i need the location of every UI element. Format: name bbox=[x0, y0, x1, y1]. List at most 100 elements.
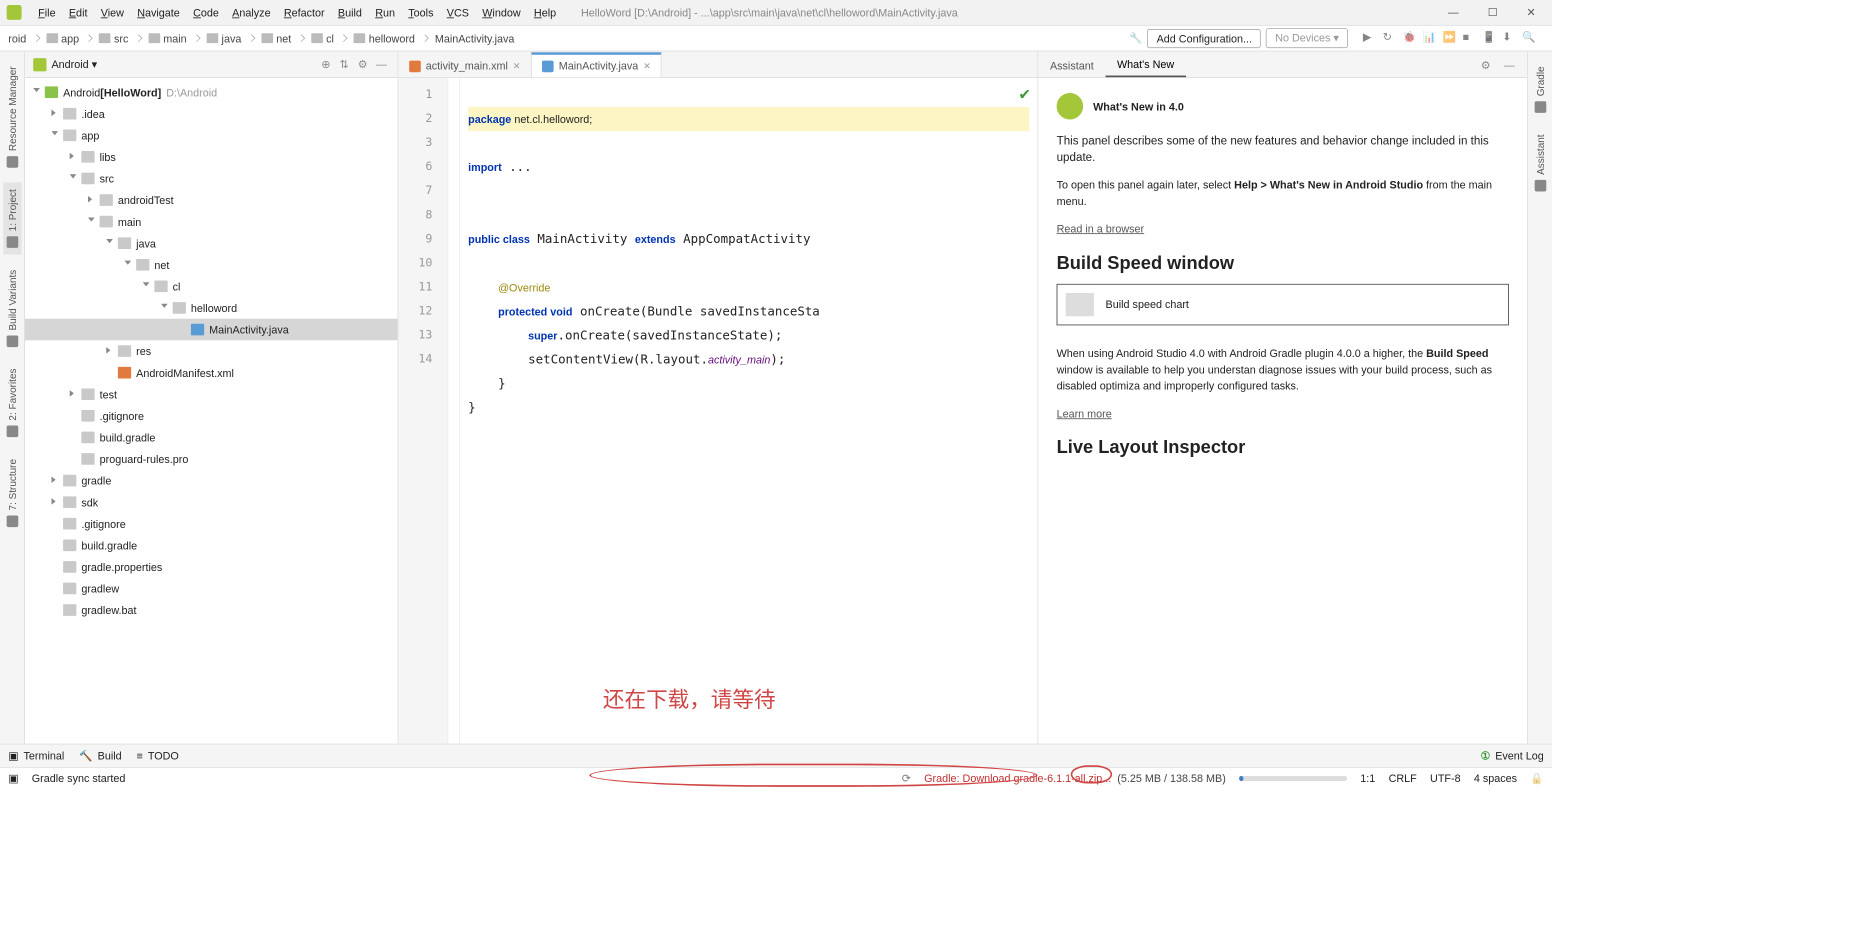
tree-node[interactable]: net bbox=[25, 254, 398, 276]
menu-window[interactable]: Window bbox=[476, 5, 528, 21]
search-icon[interactable]: 🔍 bbox=[1522, 31, 1537, 46]
project-view-selector[interactable]: Android ▾ bbox=[51, 58, 97, 71]
avd-icon[interactable]: 📱 bbox=[1482, 31, 1497, 46]
left-tab[interactable]: 2: Favorites bbox=[3, 362, 21, 444]
editor-tab[interactable]: activity_main.xml ✕ bbox=[398, 54, 531, 77]
tree-node[interactable]: app bbox=[25, 125, 398, 147]
tree-node[interactable]: androidTest bbox=[25, 189, 398, 211]
breadcrumb-item[interactable]: app bbox=[43, 32, 83, 44]
sdk-icon[interactable]: ⬇ bbox=[1502, 31, 1517, 46]
indent-setting[interactable]: 4 spaces bbox=[1474, 772, 1517, 784]
menu-file[interactable]: File bbox=[32, 5, 63, 21]
tree-node[interactable]: gradlew.bat bbox=[25, 599, 398, 621]
minimize-icon[interactable]: — bbox=[1448, 6, 1459, 19]
app-logo-icon bbox=[7, 5, 22, 20]
line-separator[interactable]: CRLF bbox=[1389, 772, 1417, 784]
whats-new-panel: Assistant What's New ⚙ — What's New in 4… bbox=[1038, 51, 1528, 743]
editor-tab[interactable]: MainActivity.java ✕ bbox=[531, 52, 661, 77]
inspection-ok-icon: ✔ bbox=[1018, 83, 1031, 107]
breadcrumb-item[interactable]: helloword bbox=[350, 32, 418, 44]
tree-node[interactable]: libs bbox=[25, 146, 398, 168]
breadcrumb-item[interactable]: src bbox=[96, 32, 132, 44]
tree-node[interactable]: proguard-rules.pro bbox=[25, 448, 398, 470]
tree-node[interactable]: .gitignore bbox=[25, 405, 398, 427]
live-layout-heading: Live Layout Inspector bbox=[1057, 437, 1509, 459]
breadcrumb-item[interactable]: cl bbox=[308, 32, 337, 44]
menu-build[interactable]: Build bbox=[331, 5, 368, 21]
tree-node[interactable]: gradlew bbox=[25, 578, 398, 600]
right-tab[interactable]: Gradle bbox=[1531, 60, 1549, 120]
attach-icon[interactable]: ⏩ bbox=[1443, 31, 1458, 46]
maximize-icon[interactable]: ☐ bbox=[1488, 6, 1498, 19]
hide-icon[interactable]: — bbox=[1504, 59, 1517, 72]
event-log-tab[interactable]: ① Event Log bbox=[1481, 749, 1544, 762]
caret-position[interactable]: 1:1 bbox=[1360, 772, 1375, 784]
tree-node[interactable]: Android [HelloWord]D:\Android bbox=[25, 81, 398, 103]
file-encoding[interactable]: UTF-8 bbox=[1430, 772, 1461, 784]
stop-icon[interactable]: ■ bbox=[1462, 31, 1477, 46]
editor-area: activity_main.xml ✕MainActivity.java ✕ 1… bbox=[398, 51, 1037, 743]
todo-tab[interactable]: ≡ TODO bbox=[137, 749, 179, 761]
apply-changes-icon[interactable]: ↻ bbox=[1383, 31, 1398, 46]
tree-node[interactable]: MainActivity.java bbox=[25, 319, 398, 341]
left-tab[interactable]: Build Variants bbox=[3, 263, 21, 354]
menu-view[interactable]: View bbox=[94, 5, 130, 21]
menu-code[interactable]: Code bbox=[186, 5, 225, 21]
gear-icon[interactable]: ⚙ bbox=[358, 58, 371, 71]
tree-node[interactable]: .idea bbox=[25, 103, 398, 125]
menu-tools[interactable]: Tools bbox=[402, 5, 440, 21]
debug-icon[interactable]: 🐞 bbox=[1403, 31, 1418, 46]
tree-node[interactable]: main bbox=[25, 211, 398, 233]
breadcrumb-item[interactable]: net bbox=[258, 32, 295, 44]
locate-icon[interactable]: ⊕ bbox=[321, 58, 334, 71]
tree-node[interactable]: AndroidManifest.xml bbox=[25, 362, 398, 384]
menu-help[interactable]: Help bbox=[527, 5, 562, 21]
tree-node[interactable]: helloword bbox=[25, 297, 398, 319]
tree-node[interactable]: java bbox=[25, 232, 398, 254]
project-tree[interactable]: Android [HelloWord]D:\Android.ideaapplib… bbox=[25, 78, 398, 744]
code-editor[interactable]: package net.cl.helloword; import ... pub… bbox=[460, 78, 1038, 744]
expand-icon[interactable]: ⇅ bbox=[339, 58, 352, 71]
breadcrumb-item[interactable]: MainActivity.java bbox=[432, 32, 518, 44]
left-tab[interactable]: 1: Project bbox=[3, 183, 21, 255]
terminal-tab[interactable]: ▣ Terminal bbox=[8, 749, 64, 762]
run-icon[interactable]: ▶ bbox=[1363, 31, 1378, 46]
tab-assistant[interactable]: Assistant bbox=[1038, 55, 1105, 77]
close-icon[interactable]: ✕ bbox=[1526, 6, 1535, 19]
hide-icon[interactable]: — bbox=[376, 58, 389, 71]
menu-analyze[interactable]: Analyze bbox=[226, 5, 278, 21]
menu-vcs[interactable]: VCS bbox=[440, 5, 475, 21]
close-tab-icon[interactable]: ✕ bbox=[643, 61, 651, 72]
tree-node[interactable]: build.gradle bbox=[25, 427, 398, 449]
learn-more-link[interactable]: Learn more bbox=[1057, 407, 1112, 419]
close-tab-icon[interactable]: ✕ bbox=[513, 61, 521, 72]
profiler-icon[interactable]: 📊 bbox=[1423, 31, 1438, 46]
breadcrumb-item[interactable]: java bbox=[203, 32, 244, 44]
menu-edit[interactable]: Edit bbox=[62, 5, 94, 21]
left-tab[interactable]: Resource Manager bbox=[3, 60, 21, 175]
tree-node[interactable]: test bbox=[25, 383, 398, 405]
read-in-browser-link[interactable]: Read in a browser bbox=[1057, 223, 1145, 235]
menu-navigate[interactable]: Navigate bbox=[131, 5, 187, 21]
device-combo[interactable]: No Devices ▾ bbox=[1266, 28, 1348, 48]
tab-whats-new[interactable]: What's New bbox=[1105, 53, 1185, 77]
breadcrumb-item[interactable]: main bbox=[145, 32, 190, 44]
menu-refactor[interactable]: Refactor bbox=[277, 5, 331, 21]
tree-node[interactable]: gradle bbox=[25, 470, 398, 492]
tree-node[interactable]: res bbox=[25, 340, 398, 362]
lock-icon[interactable]: 🔒 bbox=[1530, 771, 1543, 784]
tree-node[interactable]: src bbox=[25, 168, 398, 190]
tree-node[interactable]: cl bbox=[25, 276, 398, 298]
right-tab[interactable]: Assistant bbox=[1531, 128, 1549, 198]
menu-bar: FileEditViewNavigateCodeAnalyzeRefactorB… bbox=[0, 0, 1552, 25]
gear-icon[interactable]: ⚙ bbox=[1481, 59, 1494, 72]
menu-run[interactable]: Run bbox=[369, 5, 402, 21]
build-tab[interactable]: 🔨 Build bbox=[79, 749, 121, 762]
run-config-combo[interactable]: Add Configuration... bbox=[1147, 29, 1261, 48]
tree-node[interactable]: sdk bbox=[25, 491, 398, 513]
tree-node[interactable]: build.gradle bbox=[25, 535, 398, 557]
breadcrumb-item[interactable]: roid bbox=[5, 32, 30, 44]
tree-node[interactable]: gradle.properties bbox=[25, 556, 398, 578]
tree-node[interactable]: .gitignore bbox=[25, 513, 398, 535]
left-tab[interactable]: 7: Structure bbox=[3, 452, 21, 533]
